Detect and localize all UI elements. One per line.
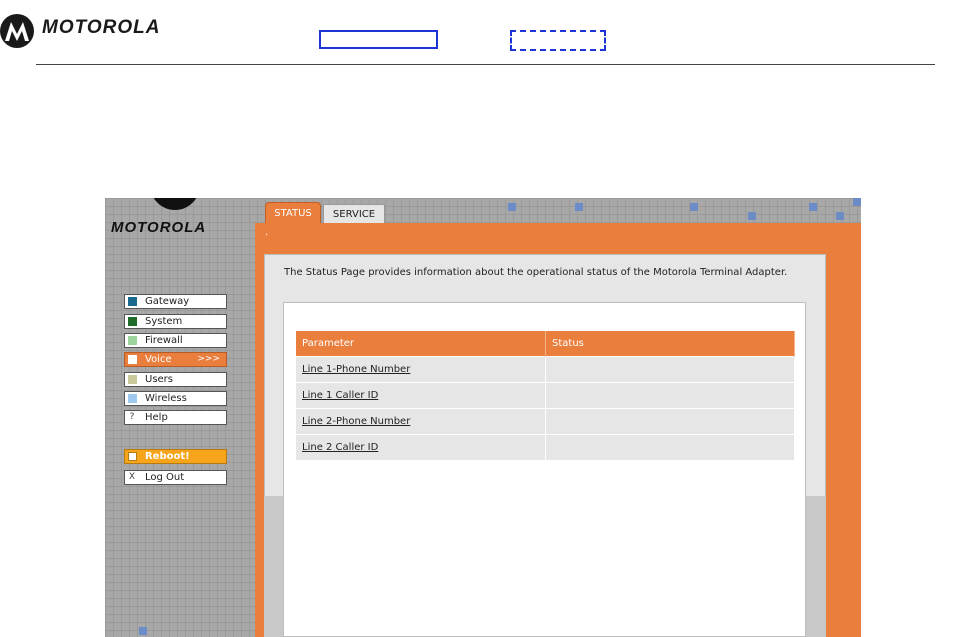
sidebar-item-label: Gateway: [145, 296, 190, 307]
table-row: Line 1 Caller ID: [296, 382, 795, 409]
parameter-link[interactable]: Line 1 Caller ID: [296, 382, 546, 409]
decor-square: [853, 198, 861, 206]
page-description: The Status Page provides information abo…: [284, 267, 788, 278]
firewall-icon: [128, 336, 137, 345]
sidebar-item-help[interactable]: ? Help: [124, 410, 227, 425]
status-cell: [545, 356, 795, 383]
router-ui-frame: MOTOROLA Gateway System Firewall Voice >…: [105, 198, 861, 637]
column-header-status: Status: [545, 331, 795, 357]
panel-edge-left: [264, 496, 283, 637]
sidebar-item-label: Wireless: [145, 393, 187, 404]
decor-square: [508, 203, 516, 211]
document-brand: MOTOROLA: [42, 17, 161, 38]
sidebar-item-system[interactable]: System: [124, 314, 227, 329]
decor-square: [748, 212, 756, 220]
sidebar: MOTOROLA Gateway System Firewall Voice >…: [105, 198, 255, 637]
sidebar-item-voice[interactable]: Voice >>>: [124, 352, 227, 367]
active-arrows-icon: >>>: [197, 354, 220, 364]
header-dashed-box[interactable]: [510, 30, 606, 51]
users-icon: [128, 375, 137, 384]
sidebar-item-label: Help: [145, 412, 168, 423]
sidebar-item-gateway[interactable]: Gateway: [124, 294, 227, 309]
tab-service[interactable]: SERVICE: [323, 204, 385, 223]
sidebar-item-label: System: [145, 316, 183, 327]
table-row: Line 1-Phone Number: [296, 356, 795, 383]
help-icon: ?: [129, 412, 135, 422]
scrollbar[interactable]: [806, 496, 826, 637]
reboot-label: Reboot!: [145, 451, 190, 462]
breadcrumb-dot: .: [265, 227, 269, 238]
wireless-icon: [128, 394, 137, 403]
sidebar-item-wireless[interactable]: Wireless: [124, 391, 227, 406]
sidebar-item-users[interactable]: Users: [124, 372, 227, 387]
status-table: Parameter Status Line 1-Phone Number Lin…: [296, 331, 795, 460]
parameter-link[interactable]: Line 2-Phone Number: [296, 408, 546, 435]
logout-button[interactable]: X Log Out: [124, 470, 227, 485]
header-divider: [36, 64, 935, 65]
system-icon: [128, 317, 137, 326]
header-link-box[interactable]: [319, 30, 438, 49]
status-cell: [545, 434, 795, 460]
reboot-button[interactable]: Reboot!: [124, 449, 227, 464]
status-table-container: Parameter Status Line 1-Phone Number Lin…: [283, 302, 806, 637]
parameter-link[interactable]: Line 1-Phone Number: [296, 356, 546, 383]
gateway-icon: [128, 297, 137, 306]
sidebar-brand: MOTOROLA: [111, 219, 207, 236]
status-cell: [545, 408, 795, 435]
sidebar-item-label: Voice: [145, 354, 172, 365]
sidebar-item-firewall[interactable]: Firewall: [124, 333, 227, 348]
sidebar-logo-icon: [150, 198, 200, 210]
reboot-icon: [128, 452, 137, 461]
tab-status[interactable]: STATUS: [265, 202, 321, 223]
decor-square: [690, 203, 698, 211]
motorola-logo-icon: [0, 14, 34, 48]
logout-icon: X: [128, 472, 136, 482]
decor-square: [836, 212, 844, 220]
sidebar-item-label: Firewall: [145, 335, 183, 346]
voice-icon: [128, 355, 137, 364]
logout-label: Log Out: [145, 472, 185, 483]
decor-square: [575, 203, 583, 211]
sidebar-item-label: Users: [145, 374, 174, 385]
status-cell: [545, 382, 795, 409]
table-header-row: Parameter Status: [296, 331, 795, 357]
column-header-parameter: Parameter: [296, 331, 546, 357]
table-row: Line 2-Phone Number: [296, 408, 795, 435]
parameter-link[interactable]: Line 2 Caller ID: [296, 434, 546, 460]
table-row: Line 2 Caller ID: [296, 434, 795, 460]
decor-square: [809, 203, 817, 211]
